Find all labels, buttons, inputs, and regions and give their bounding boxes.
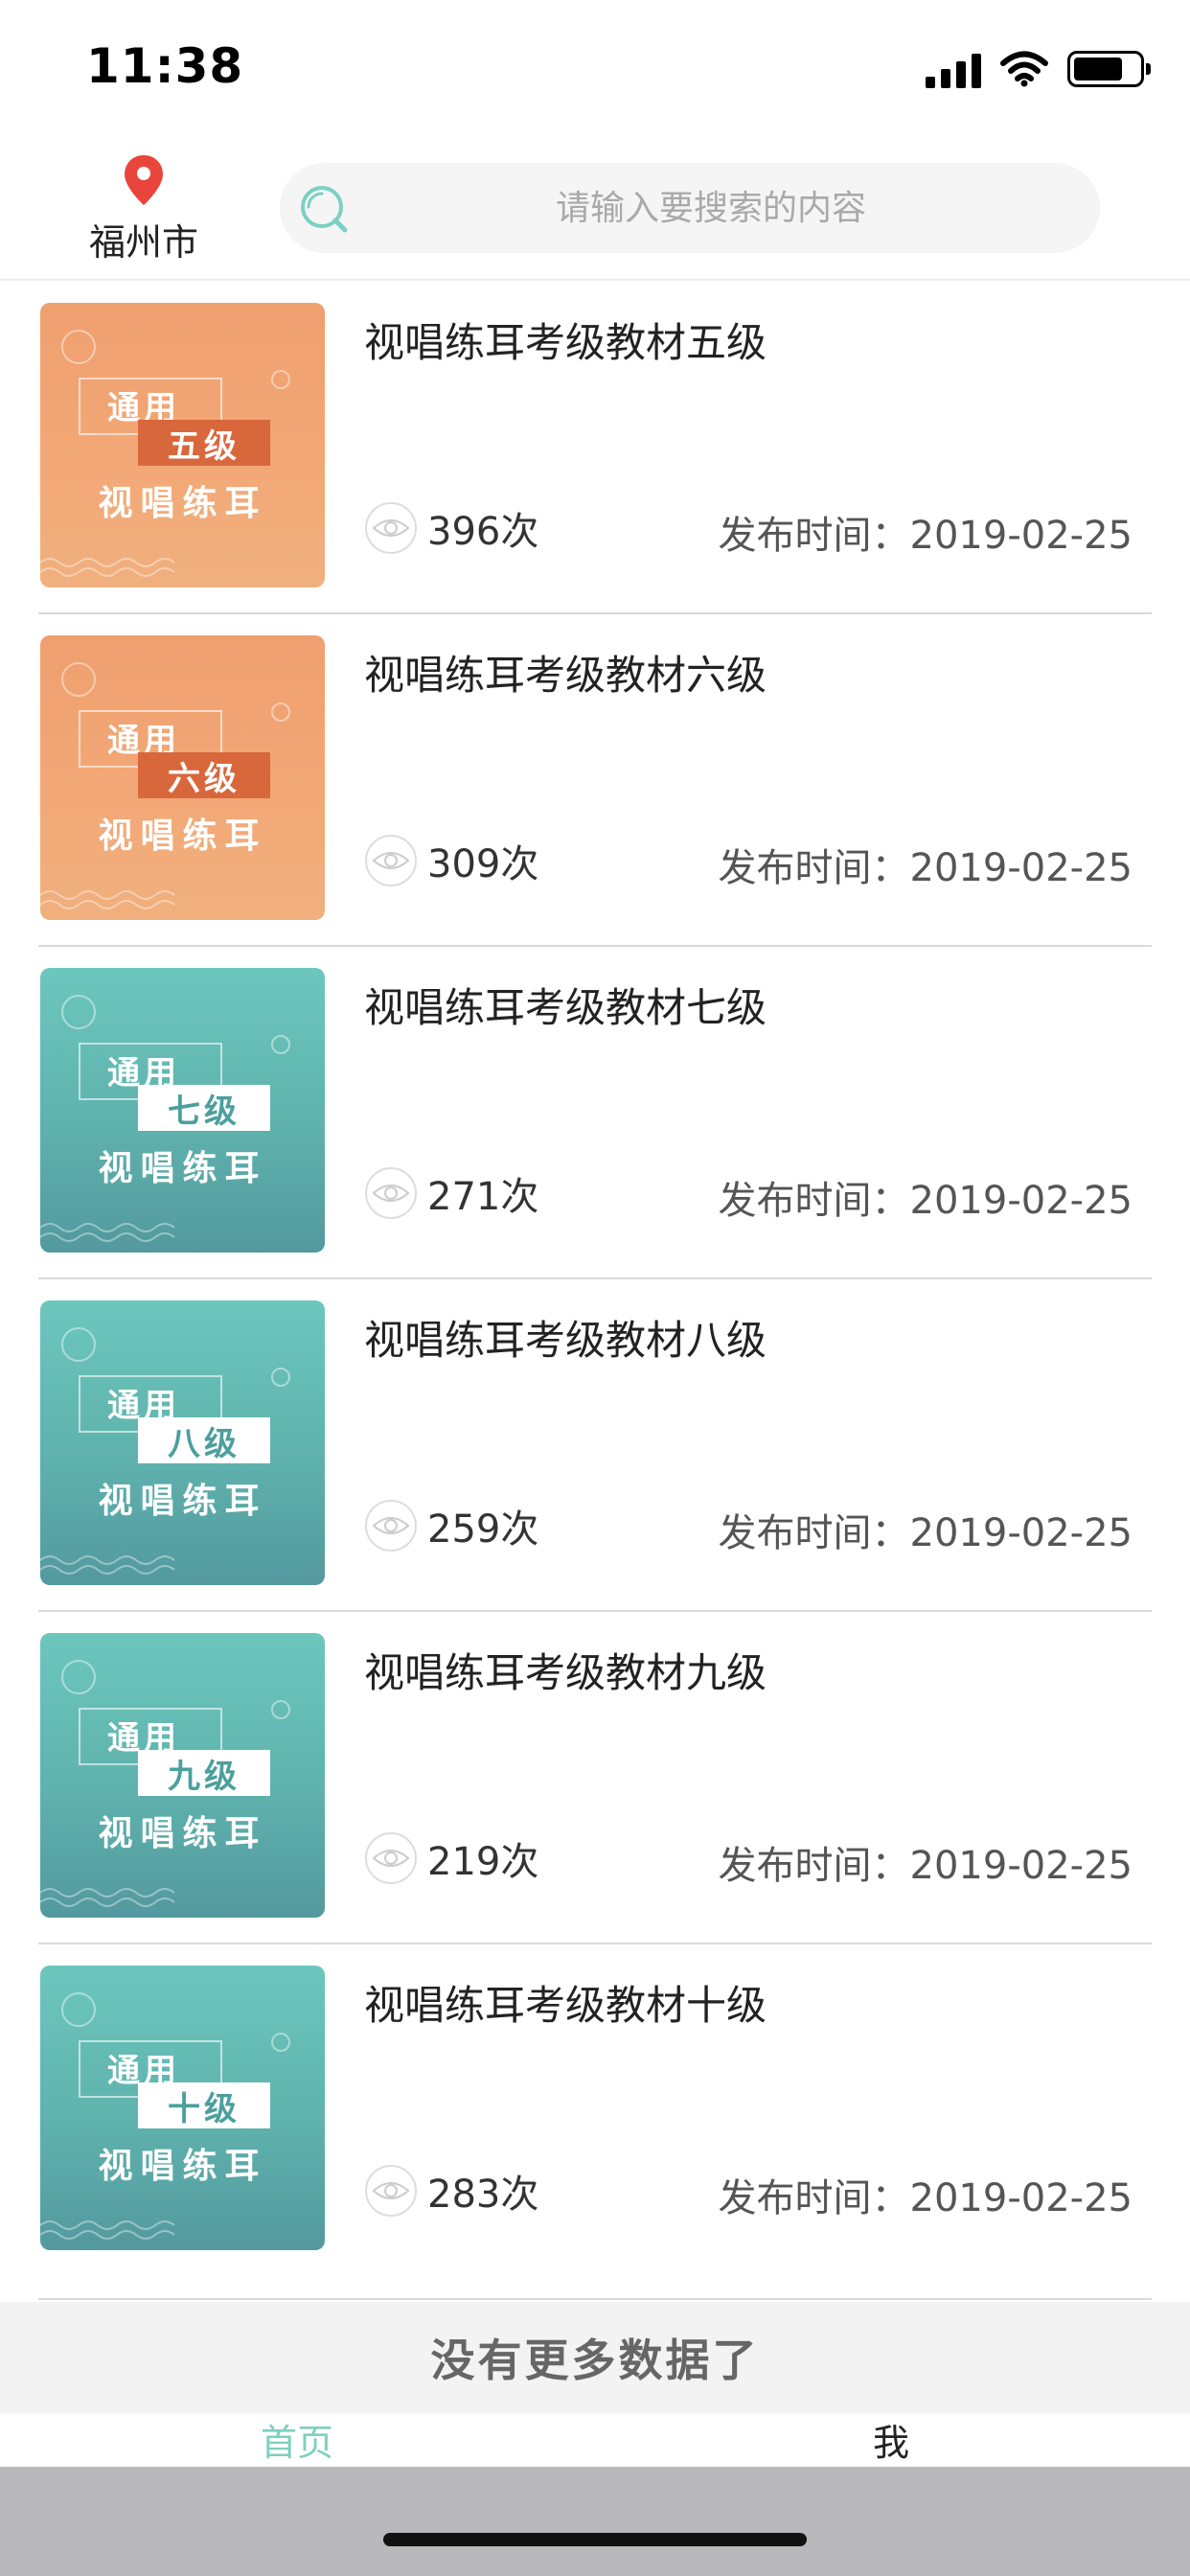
- location-pin-icon: [125, 155, 163, 205]
- publish-date: 发布时间：2019-02-25: [718, 514, 1133, 558]
- list-item[interactable]: 通用 九级 视唱练耳 视唱练耳考级教材九级 219次 发布时间：2019-02-…: [0, 1612, 1190, 1944]
- home-indicator[interactable]: [383, 2533, 807, 2546]
- view-count-label: 259次: [427, 1507, 539, 1552]
- header-divider: [0, 279, 1190, 281]
- view-count: 396次: [364, 500, 538, 556]
- cover-subtitle: 视唱练耳: [98, 1482, 267, 1521]
- list-item[interactable]: 通用 七级 视唱练耳 视唱练耳考级教材七级 271次 发布时间：2019-02-…: [0, 947, 1190, 1279]
- view-count-label: 396次: [427, 510, 539, 554]
- status-icons: [926, 50, 1151, 88]
- cover-image: 通用 九级 视唱练耳: [40, 1633, 325, 1918]
- signal-icon: [926, 50, 981, 88]
- publish-date: 发布时间：2019-02-25: [718, 1179, 1133, 1223]
- cover-level: 八级: [138, 1417, 270, 1463]
- search-input[interactable]: [356, 163, 1065, 253]
- no-more-data-label: 没有更多数据了: [0, 2302, 1190, 2413]
- cover-level: 十级: [138, 2082, 270, 2128]
- view-count-label: 271次: [427, 1175, 539, 1219]
- tab-bar: 首页 我: [0, 2413, 1190, 2467]
- item-title: 视唱练耳考级教材六级: [364, 652, 767, 699]
- status-time: 11:38: [86, 38, 244, 94]
- city-label: 福州市: [88, 221, 198, 264]
- item-title: 视唱练耳考级教材五级: [364, 319, 767, 366]
- cover-subtitle: 视唱练耳: [98, 816, 267, 856]
- view-count-label: 219次: [427, 1840, 539, 1884]
- cover-level: 六级: [138, 752, 270, 798]
- cover-subtitle: 视唱练耳: [98, 1814, 267, 1853]
- cover-image: 通用 八级 视唱练耳: [40, 1300, 325, 1585]
- search-box[interactable]: [280, 163, 1100, 253]
- list-item[interactable]: 通用 十级 视唱练耳 视唱练耳考级教材十级 283次 发布时间：2019-02-…: [0, 1944, 1190, 2300]
- location-selector[interactable]: 福州市: [77, 153, 211, 265]
- view-count: 219次: [364, 1830, 538, 1886]
- cover-subtitle: 视唱练耳: [98, 1149, 267, 1188]
- search-icon: [301, 186, 348, 233]
- view-count-label: 309次: [427, 842, 539, 886]
- wifi-icon: [1000, 51, 1048, 87]
- item-title: 视唱练耳考级教材九级: [364, 1649, 767, 1696]
- item-divider: [38, 2298, 1152, 2300]
- eye-icon: [365, 835, 417, 886]
- tab-home[interactable]: 首页: [153, 2413, 441, 2466]
- view-count: 259次: [364, 1498, 538, 1553]
- view-count: 309次: [364, 833, 538, 888]
- cover-image: 通用 五级 视唱练耳: [40, 303, 325, 587]
- eye-icon: [365, 2165, 417, 2217]
- tab-me[interactable]: 我: [747, 2413, 1035, 2466]
- item-title: 视唱练耳考级教材十级: [364, 1982, 767, 2029]
- eye-icon: [365, 1832, 417, 1884]
- list-item[interactable]: 通用 五级 视唱练耳 视唱练耳考级教材五级 396次 发布时间：2019-02-…: [0, 282, 1190, 614]
- cover-level: 七级: [138, 1085, 270, 1131]
- view-count-label: 283次: [427, 2173, 539, 2217]
- cover-image: 通用 七级 视唱练耳: [40, 968, 325, 1253]
- cover-level: 九级: [138, 1750, 270, 1796]
- item-title: 视唱练耳考级教材八级: [364, 1317, 767, 1364]
- eye-icon: [365, 1167, 417, 1219]
- cover-level: 五级: [138, 420, 270, 466]
- publish-date: 发布时间：2019-02-25: [718, 1844, 1133, 1888]
- item-title: 视唱练耳考级教材七级: [364, 984, 767, 1031]
- home-indicator-area: [0, 2467, 1190, 2576]
- list-item[interactable]: 通用 六级 视唱练耳 视唱练耳考级教材六级 309次 发布时间：2019-02-…: [0, 614, 1190, 947]
- list-item[interactable]: 通用 八级 视唱练耳 视唱练耳考级教材八级 259次 发布时间：2019-02-…: [0, 1279, 1190, 1612]
- publish-date: 发布时间：2019-02-25: [718, 846, 1133, 890]
- cover-image: 通用 十级 视唱练耳: [40, 1966, 325, 2250]
- cover-subtitle: 视唱练耳: [98, 2147, 267, 2186]
- view-count: 283次: [364, 2163, 538, 2219]
- cover-subtitle: 视唱练耳: [98, 484, 267, 523]
- view-count: 271次: [364, 1165, 538, 1221]
- eye-icon: [365, 1500, 417, 1552]
- eye-icon: [365, 502, 417, 554]
- publish-date: 发布时间：2019-02-25: [718, 1511, 1133, 1555]
- cover-image: 通用 六级 视唱练耳: [40, 635, 325, 920]
- publish-date: 发布时间：2019-02-25: [718, 2176, 1133, 2220]
- header: 福州市: [0, 144, 1190, 278]
- battery-icon: [1067, 51, 1151, 87]
- status-bar: 11:38: [0, 0, 1190, 134]
